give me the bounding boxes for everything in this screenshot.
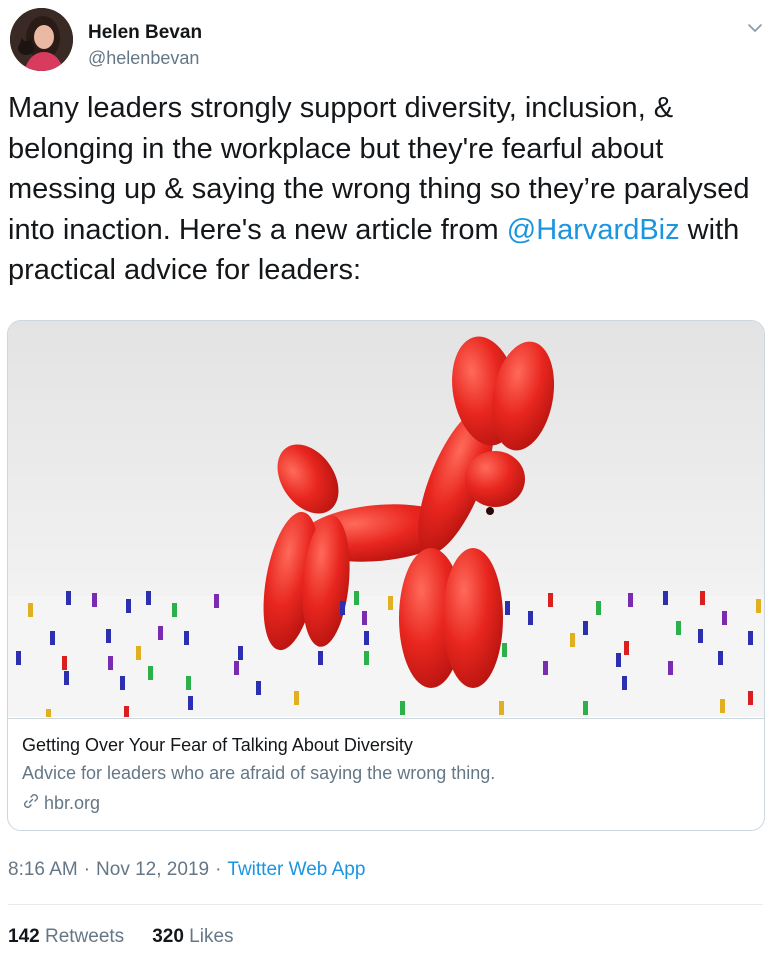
retweets-stat[interactable]: 142 Retweets <box>8 926 124 948</box>
link-card[interactable]: Getting Over Your Fear of Talking About … <box>7 320 765 831</box>
tweet-meta: 8:16 AM · Nov 12, 2019 · Twitter Web App <box>8 859 365 881</box>
retweets-label: Retweets <box>44 926 125 947</box>
tweet-time[interactable]: 8:16 AM <box>8 859 78 881</box>
link-icon <box>22 792 40 815</box>
tweet-text: Many leaders strongly support diversity,… <box>8 88 758 291</box>
author-name[interactable]: Helen Bevan <box>88 22 202 44</box>
source-app-link[interactable]: Twitter Web App <box>227 859 365 881</box>
avatar-image <box>10 8 73 71</box>
tweet-date[interactable]: Nov 12, 2019 <box>96 859 209 881</box>
author-handle[interactable]: @helenbevan <box>88 48 199 69</box>
card-title[interactable]: Getting Over Your Fear of Talking About … <box>22 735 413 756</box>
mention-link[interactable]: @HarvardBiz <box>507 214 680 246</box>
likes-count: 320 <box>152 926 184 947</box>
avatar[interactable] <box>10 8 73 71</box>
likes-label: Likes <box>189 926 234 947</box>
tweet-stats: 142 Retweets 320 Likes <box>8 926 234 948</box>
retweets-count: 142 <box>8 926 40 947</box>
card-domain-text: hbr.org <box>44 793 101 813</box>
meta-separator: · <box>215 859 222 880</box>
card-text: Getting Over Your Fear of Talking About … <box>8 718 764 830</box>
card-image <box>8 321 764 717</box>
tweet-header: Helen Bevan @helenbevan <box>10 8 767 76</box>
meta-separator: · <box>83 859 91 880</box>
card-domain: hbr.org <box>22 792 100 815</box>
divider <box>8 904 763 905</box>
card-description: Advice for leaders who are afraid of say… <box>22 763 496 783</box>
chevron-down-icon[interactable] <box>745 18 765 38</box>
likes-stat[interactable]: 320 Likes <box>152 926 233 948</box>
